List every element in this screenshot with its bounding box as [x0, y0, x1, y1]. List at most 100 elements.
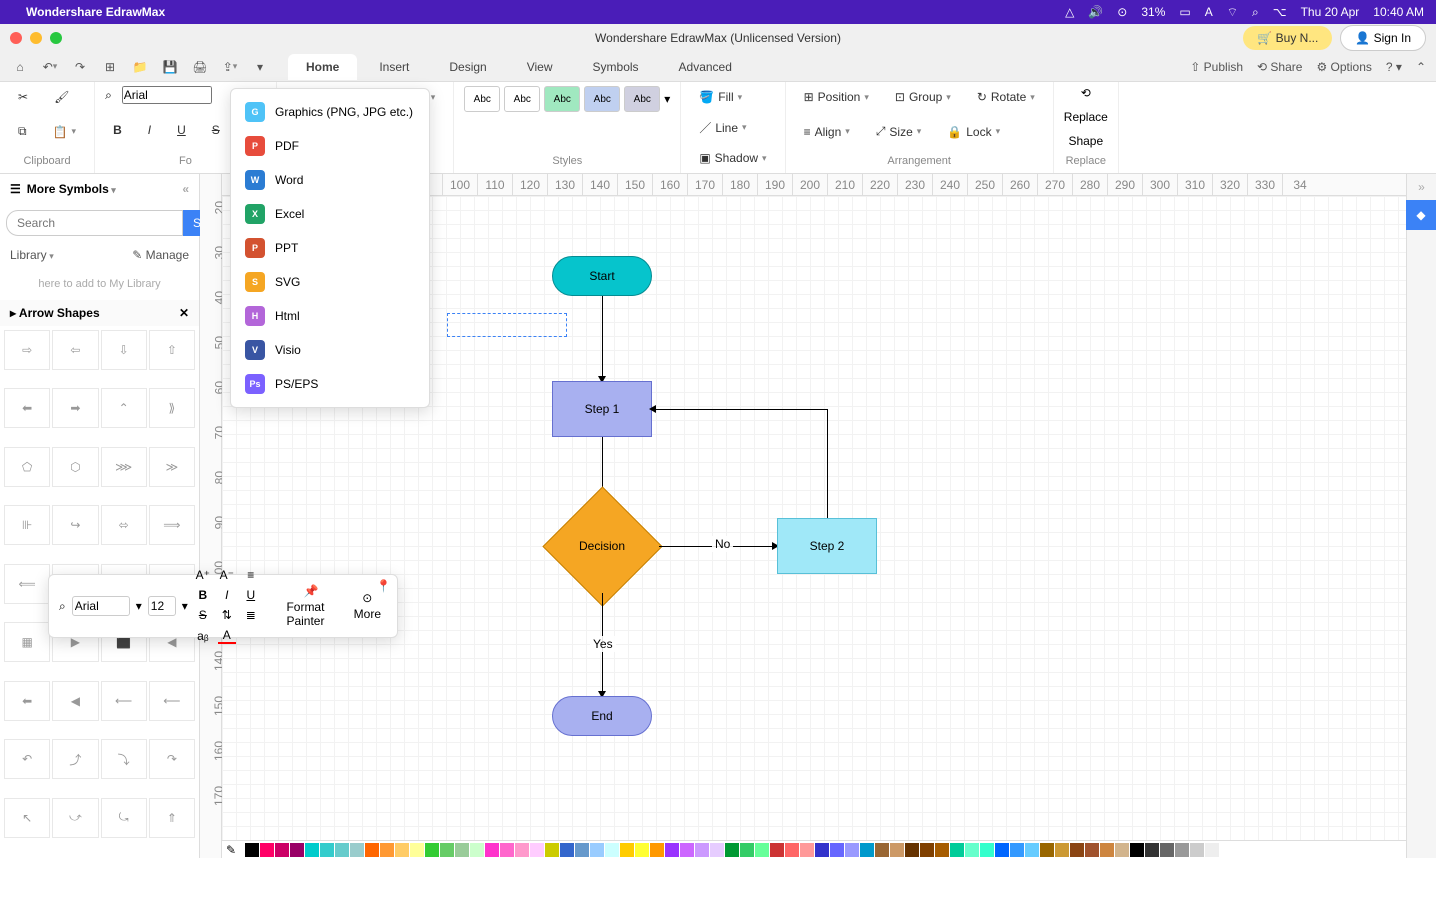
- manage-library-button[interactable]: ✎ Manage: [132, 248, 189, 262]
- bold-button[interactable]: B: [105, 119, 130, 141]
- color-swatch[interactable]: [1175, 843, 1189, 857]
- export-item[interactable]: PPDF: [231, 129, 429, 163]
- color-swatch[interactable]: [395, 843, 409, 857]
- style-swatch-3[interactable]: Abc: [544, 86, 580, 112]
- shape-thumb[interactable]: ⟫: [149, 388, 195, 428]
- shape-thumb[interactable]: ⊪: [4, 505, 50, 545]
- shape-thumb[interactable]: ⇩: [101, 330, 147, 370]
- italic-button[interactable]: I: [140, 119, 159, 141]
- color-swatch[interactable]: [545, 843, 559, 857]
- flowchart-step1-node[interactable]: Step 1: [552, 381, 652, 437]
- group-button[interactable]: ⊡ Group: [887, 86, 959, 108]
- shape-thumb[interactable]: ↶: [4, 739, 50, 779]
- fill-button[interactable]: 🪣 Fill: [691, 86, 750, 108]
- flowchart-end-node[interactable]: End: [552, 696, 652, 736]
- color-swatch[interactable]: [1070, 843, 1084, 857]
- share-button[interactable]: ⟲ Share: [1257, 60, 1302, 74]
- export-item[interactable]: PsPS/EPS: [231, 367, 429, 401]
- export-button[interactable]: ⇪: [220, 57, 240, 77]
- rotate-button[interactable]: ↻ Rotate: [969, 86, 1043, 108]
- color-swatch[interactable]: [815, 843, 829, 857]
- color-swatch[interactable]: [485, 843, 499, 857]
- mini-size-dropdown[interactable]: ▾: [182, 599, 188, 613]
- format-painter-vbutton[interactable]: 📌Format Painter: [280, 584, 341, 628]
- color-swatch[interactable]: [755, 843, 769, 857]
- color-swatch[interactable]: [440, 843, 454, 857]
- shape-thumb[interactable]: ⬄: [101, 505, 147, 545]
- color-swatch[interactable]: [380, 843, 394, 857]
- arrow-shapes-section[interactable]: ▸ Arrow Shapes: [10, 306, 100, 320]
- color-swatch[interactable]: [410, 843, 424, 857]
- format-painter-button[interactable]: 🖌: [46, 86, 77, 108]
- color-swatch[interactable]: [1130, 843, 1144, 857]
- replace-shape-icon[interactable]: ⟲: [1081, 86, 1091, 100]
- color-swatch[interactable]: [1115, 843, 1129, 857]
- color-swatch[interactable]: [770, 843, 784, 857]
- color-swatch[interactable]: [560, 843, 574, 857]
- font-name-input[interactable]: [122, 86, 212, 104]
- increase-font-button[interactable]: A⁺: [194, 568, 212, 582]
- color-swatch[interactable]: [785, 843, 799, 857]
- cut-button[interactable]: ✂: [10, 86, 36, 108]
- shape-thumb[interactable]: ⟵: [101, 681, 147, 721]
- color-swatch[interactable]: [830, 843, 844, 857]
- mini-strike-button[interactable]: S: [194, 608, 212, 622]
- export-item[interactable]: PPPT: [231, 231, 429, 265]
- buy-now-button[interactable]: 🛒 Buy N...: [1243, 26, 1332, 50]
- symbol-search-input[interactable]: [6, 210, 183, 236]
- tab-advanced[interactable]: Advanced: [661, 54, 750, 80]
- color-swatch[interactable]: [1160, 843, 1174, 857]
- more-qat-button[interactable]: ▾: [250, 57, 270, 77]
- size-button[interactable]: ⤢ Size: [868, 120, 929, 143]
- position-button[interactable]: ⊞ Position: [796, 86, 877, 108]
- open-button[interactable]: 📁: [130, 57, 150, 77]
- color-swatch[interactable]: [1220, 843, 1234, 857]
- undo-button[interactable]: ↶: [40, 57, 60, 77]
- color-swatch[interactable]: [1085, 843, 1099, 857]
- color-swatch[interactable]: [470, 843, 484, 857]
- battery-icon[interactable]: ▭: [1179, 5, 1190, 19]
- color-swatch[interactable]: [800, 843, 814, 857]
- tab-symbols[interactable]: Symbols: [575, 54, 657, 80]
- flowchart-start-node[interactable]: Start: [552, 256, 652, 296]
- style-swatch-1[interactable]: Abc: [464, 86, 500, 112]
- shape-thumb[interactable]: ⇨: [4, 330, 50, 370]
- color-swatch[interactable]: [1145, 843, 1159, 857]
- close-window-button[interactable]: [10, 32, 22, 44]
- color-swatch[interactable]: [500, 843, 514, 857]
- color-swatch[interactable]: [245, 843, 259, 857]
- shape-thumb[interactable]: ⬡: [52, 447, 98, 487]
- library-dropdown[interactable]: Library: [10, 248, 54, 262]
- shape-thumb[interactable]: ⟹: [149, 505, 195, 545]
- style-swatch-2[interactable]: Abc: [504, 86, 540, 112]
- save-button[interactable]: 💾: [160, 57, 180, 77]
- strikethrough-button[interactable]: S: [204, 119, 228, 141]
- export-item[interactable]: WWord: [231, 163, 429, 197]
- color-swatch[interactable]: [455, 843, 469, 857]
- shape-thumb[interactable]: ➡: [52, 388, 98, 428]
- export-item[interactable]: HHtml: [231, 299, 429, 333]
- input-icon[interactable]: A: [1205, 5, 1213, 19]
- shape-thumb[interactable]: ⌃: [101, 388, 147, 428]
- mini-bold-button[interactable]: B: [194, 588, 212, 602]
- color-swatch[interactable]: [725, 843, 739, 857]
- text-effect-button[interactable]: aᵦ: [194, 629, 212, 643]
- export-item[interactable]: VVisio: [231, 333, 429, 367]
- lock-button[interactable]: 🔒 Lock: [939, 121, 1008, 143]
- shadow-button[interactable]: ▣ Shadow: [691, 147, 774, 169]
- control-center-icon[interactable]: ⌥: [1273, 5, 1287, 19]
- color-swatch[interactable]: [920, 843, 934, 857]
- bullet-list-button[interactable]: ≣: [242, 608, 260, 622]
- shape-thumb[interactable]: ≫: [149, 447, 195, 487]
- export-item[interactable]: XExcel: [231, 197, 429, 231]
- color-swatch[interactable]: [515, 843, 529, 857]
- tab-insert[interactable]: Insert: [361, 54, 427, 80]
- color-swatch[interactable]: [995, 843, 1009, 857]
- shape-thumb[interactable]: ↖: [4, 798, 50, 838]
- shape-thumb[interactable]: ↪: [52, 505, 98, 545]
- color-swatch[interactable]: [710, 843, 724, 857]
- color-swatch[interactable]: [425, 843, 439, 857]
- menubar-date[interactable]: Thu 20 Apr: [1301, 5, 1360, 19]
- color-swatch[interactable]: [935, 843, 949, 857]
- color-swatch[interactable]: [1025, 843, 1039, 857]
